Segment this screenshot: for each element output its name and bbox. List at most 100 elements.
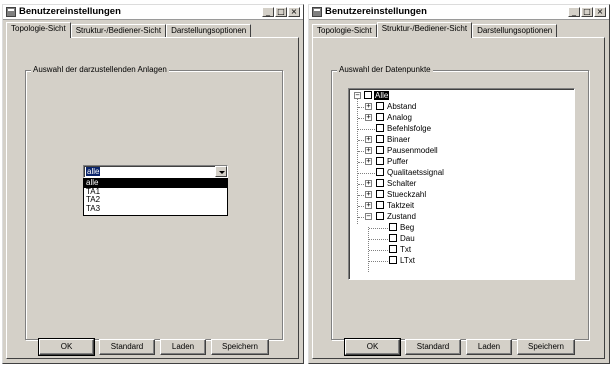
expand-icon[interactable]: +: [365, 136, 372, 143]
anlagen-combobox[interactable]: alle: [83, 165, 228, 178]
checkbox-alle[interactable]: [364, 91, 372, 99]
expand-icon[interactable]: +: [365, 191, 372, 198]
tab-struktur-bediener-sicht[interactable]: Struktur-/Bediener-Sicht: [376, 22, 473, 38]
title-bar: Benutzereinstellungen _ □ ×: [3, 5, 303, 20]
expand-icon[interactable]: +: [365, 158, 372, 165]
tree-item[interactable]: + Schalter: [349, 179, 569, 189]
dropdown-option-ta1[interactable]: TA1: [84, 187, 227, 197]
tree-item[interactable]: Befehlsfolge: [349, 124, 569, 134]
speichern-button[interactable]: Speichern: [517, 339, 575, 355]
tree-label: Puffer: [387, 157, 409, 166]
tree-label: Schalter: [387, 179, 417, 188]
expand-icon[interactable]: +: [365, 147, 372, 154]
tree-label: Qualitaetssignal: [387, 168, 444, 177]
tree-label: Binaer: [387, 135, 411, 144]
tree-label: LTxt: [400, 256, 415, 265]
laden-button[interactable]: Laden: [466, 339, 512, 355]
tree-child-item[interactable]: Txt: [349, 245, 569, 255]
tree-label: Dau: [400, 234, 415, 243]
tree-checkbox[interactable]: [376, 179, 384, 187]
tree-child-item[interactable]: Dau: [349, 234, 569, 244]
collapse-icon[interactable]: −: [365, 213, 372, 220]
ok-button[interactable]: OK: [344, 338, 401, 356]
tree-label: Zustand: [387, 212, 416, 221]
expand-icon[interactable]: +: [365, 180, 372, 187]
tree-checkbox[interactable]: [376, 102, 384, 110]
tab-darstellungsoptionen[interactable]: Darstellungsoptionen: [166, 24, 252, 38]
maximize-button[interactable]: □: [581, 7, 593, 17]
tree-item[interactable]: Qualitaetssignal: [349, 168, 569, 178]
tree-item[interactable]: + Puffer: [349, 157, 569, 167]
tab-panel: Auswahl der darzustellenden Anlagen alle…: [6, 37, 299, 359]
close-button[interactable]: ×: [288, 7, 300, 17]
tree-checkbox[interactable]: [376, 212, 384, 220]
expand-icon[interactable]: +: [365, 114, 372, 121]
dropdown-option-ta3[interactable]: TA3: [84, 204, 227, 214]
tab-topologie-sicht[interactable]: Topologie-Sicht: [6, 22, 71, 38]
tree-child-item[interactable]: LTxt: [349, 256, 569, 266]
tree-checkbox[interactable]: [376, 146, 384, 154]
tree-checkbox[interactable]: [376, 124, 384, 132]
window-title: Benutzereinstellungen: [325, 6, 427, 17]
standard-button[interactable]: Standard: [99, 339, 155, 355]
tree-label: Taktzeit: [387, 201, 415, 210]
datapoint-tree[interactable]: − Alle + Abstand + Analog Befehlsfolge +…: [348, 88, 575, 280]
tree-label: Befehlsfolge: [387, 124, 432, 133]
tree-checkbox[interactable]: [389, 245, 397, 253]
tree-child-item[interactable]: Beg: [349, 223, 569, 233]
tree-checkbox[interactable]: [376, 135, 384, 143]
tab-strip: Topologie-Sicht Struktur-/Bediener-Sicht…: [312, 22, 558, 38]
tree-item[interactable]: + Stueckzahl: [349, 190, 569, 200]
tree-item-zustand[interactable]: − Zustand: [349, 212, 569, 222]
expand-icon[interactable]: +: [365, 202, 372, 209]
window-icon: [312, 7, 322, 17]
tree-checkbox[interactable]: [389, 223, 397, 231]
tab-panel: Auswahl der Datenpunkte − Alle + Abstand…: [312, 37, 605, 359]
tree-checkbox[interactable]: [376, 113, 384, 121]
tab-topologie-sicht[interactable]: Topologie-Sicht: [312, 24, 377, 38]
dropdown-option-ta2[interactable]: TA2: [84, 195, 227, 205]
chevron-down-icon[interactable]: [215, 166, 227, 177]
combobox-dropdown-list: alle TA1 TA2 TA3: [83, 178, 228, 216]
close-button[interactable]: ×: [594, 7, 606, 17]
tree-item[interactable]: + Abstand: [349, 102, 569, 112]
tree-item[interactable]: + Taktzeit: [349, 201, 569, 211]
tree-checkbox[interactable]: [389, 234, 397, 242]
dropdown-option-alle[interactable]: alle: [84, 178, 227, 188]
expand-icon[interactable]: +: [365, 103, 372, 110]
tree-label: Beg: [400, 223, 415, 232]
tree-item[interactable]: + Analog: [349, 113, 569, 123]
laden-button[interactable]: Laden: [160, 339, 206, 355]
window-title: Benutzereinstellungen: [19, 6, 121, 17]
tree-checkbox[interactable]: [376, 168, 384, 176]
maximize-button[interactable]: □: [275, 7, 287, 17]
tree-checkbox[interactable]: [389, 256, 397, 264]
tree-node-root[interactable]: − Alle: [349, 91, 569, 101]
tab-strip: Topologie-Sicht Struktur-/Bediener-Sicht…: [6, 22, 252, 38]
minimize-button[interactable]: _: [568, 7, 580, 17]
speichern-button[interactable]: Speichern: [211, 339, 269, 355]
tab-darstellungsoptionen[interactable]: Darstellungsoptionen: [472, 24, 558, 38]
tree-checkbox[interactable]: [376, 190, 384, 198]
collapse-icon[interactable]: −: [354, 92, 361, 99]
group-box-anlagen: Auswahl der darzustellenden Anlagen alle…: [25, 65, 283, 340]
settings-window-structure: Benutzereinstellungen _ □ × Topologie-Si…: [308, 4, 610, 364]
tree-label: Pausenmodell: [387, 146, 438, 155]
tree-item[interactable]: + Pausenmodell: [349, 146, 569, 156]
tree-label: Abstand: [387, 102, 417, 111]
title-bar: Benutzereinstellungen _ □ ×: [309, 5, 609, 20]
tree-label: Stueckzahl: [387, 190, 427, 199]
tab-struktur-bediener-sicht[interactable]: Struktur-/Bediener-Sicht: [70, 24, 167, 38]
tree-checkbox[interactable]: [376, 201, 384, 209]
ok-button[interactable]: OK: [38, 338, 95, 356]
tree-label: Txt: [400, 245, 412, 254]
settings-window-topology: Benutzereinstellungen _ □ × Topologie-Si…: [2, 4, 304, 364]
tree-label: Analog: [387, 113, 412, 122]
tree-item[interactable]: + Binaer: [349, 135, 569, 145]
tree-checkbox[interactable]: [376, 157, 384, 165]
group-title: Auswahl der darzustellenden Anlagen: [31, 65, 169, 74]
combobox-value: alle: [86, 167, 101, 176]
minimize-button[interactable]: _: [262, 7, 274, 17]
window-icon: [6, 7, 16, 17]
standard-button[interactable]: Standard: [405, 339, 461, 355]
